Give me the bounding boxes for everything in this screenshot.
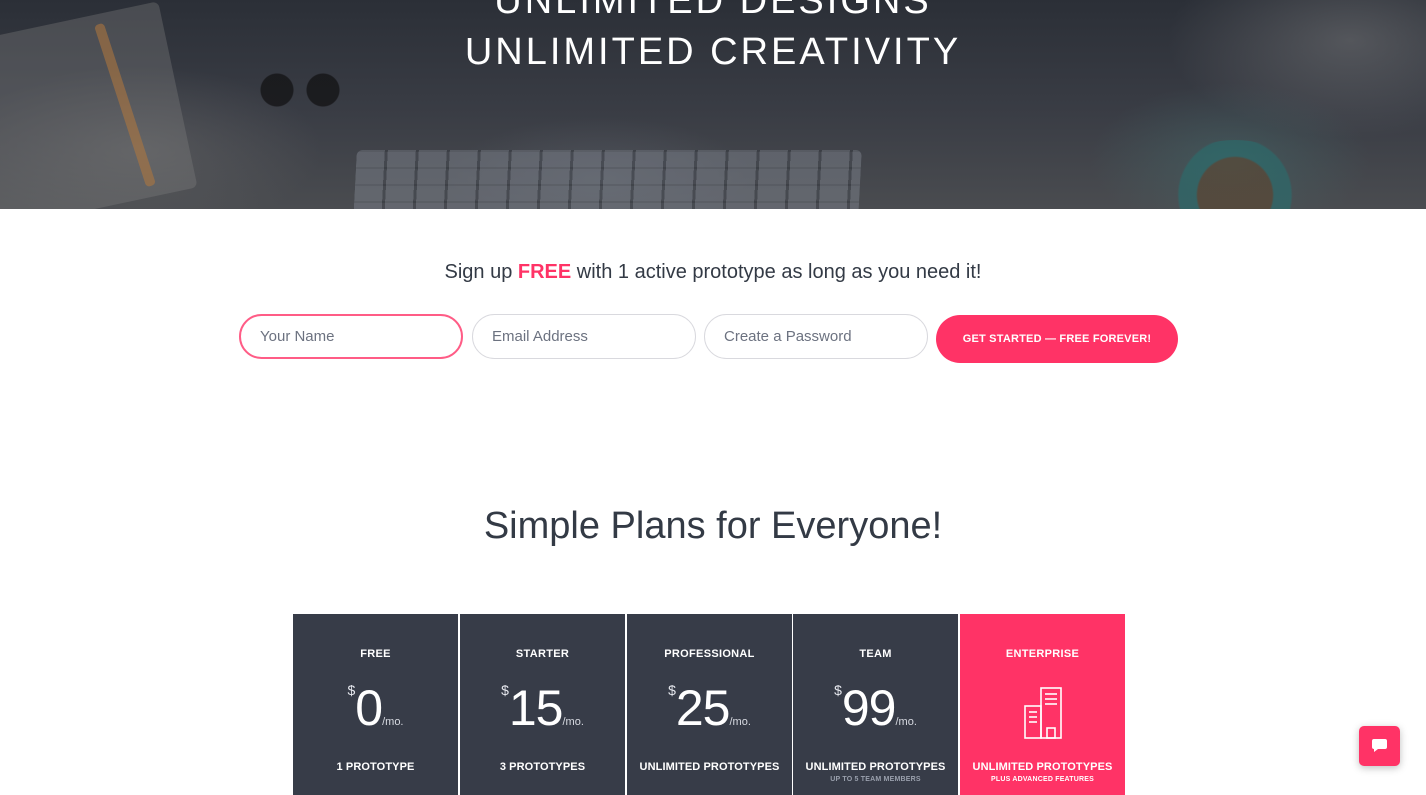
price-currency: $ <box>501 682 509 698</box>
signup-tagline-before: Sign up <box>444 261 518 283</box>
plan-feature: 1 PROTOTYPE <box>336 761 415 773</box>
price-period: /mo. <box>562 716 584 728</box>
name-input[interactable] <box>239 314 463 359</box>
plan-price: $99/mo. <box>793 678 958 738</box>
plan-name: ENTERPRISE <box>1005 648 1080 660</box>
price-amount: 15 <box>508 680 564 736</box>
price-amount: 25 <box>675 680 731 736</box>
plan-name: TEAM <box>859 648 892 660</box>
plan-card-professional[interactable]: PROFESSIONAL $25/mo. UNLIMITED PROTOTYPE… <box>627 614 792 795</box>
plan-price: $25/mo. <box>627 678 792 738</box>
email-input[interactable] <box>472 314 696 359</box>
plan-price: $0/mo. <box>293 678 458 738</box>
plan-feature: UNLIMITED PROTOTYPES <box>639 761 780 773</box>
plan-card-team[interactable]: TEAM $99/mo. UNLIMITED PROTOTYPES UP TO … <box>793 614 958 795</box>
signup-tagline-free: FREE <box>517 261 572 283</box>
signup-tagline-after: with 1 active prototype as long as you n… <box>571 261 982 283</box>
password-input[interactable] <box>704 314 928 359</box>
plan-subfeature: PLUS ADVANCED FEATURES <box>990 776 1095 783</box>
hero-banner: UNLIMITED DESIGNS UNLIMITED CREATIVITY <box>0 0 1426 209</box>
get-started-button[interactable]: GET STARTED — FREE FOREVER! <box>936 315 1178 363</box>
hero-glasses-decoration <box>255 70 345 110</box>
plan-name: PROFESSIONAL <box>664 648 755 660</box>
plan-feature: UNLIMITED PROTOTYPES <box>972 761 1113 773</box>
plan-feature: UNLIMITED PROTOTYPES <box>805 761 946 773</box>
price-amount: 99 <box>841 680 897 736</box>
chat-bubble-icon <box>1372 739 1387 752</box>
plan-card-starter[interactable]: STARTER $15/mo. 3 PROTOTYPES <box>460 614 625 795</box>
price-period: /mo. <box>382 716 404 728</box>
plan-name: STARTER <box>515 648 570 660</box>
signup-tagline: Sign up FREE with 1 active prototype as … <box>0 261 1426 284</box>
plan-card-enterprise[interactable]: ENTERPRISE UNLIMITED PROTOTYPES PLUS ADV… <box>960 614 1125 795</box>
price-currency: $ <box>834 682 842 698</box>
hero-keyboard-decoration <box>353 150 862 209</box>
chat-widget-button[interactable] <box>1359 726 1400 766</box>
plan-price: $15/mo. <box>460 678 625 738</box>
price-period: /mo. <box>729 716 751 728</box>
hero-title-line2: UNLIMITED CREATIVITY <box>464 31 962 73</box>
plan-card-free[interactable]: FREE $0/mo. 1 PROTOTYPE <box>293 614 458 795</box>
hero-title-line1: UNLIMITED DESIGNS <box>494 0 932 22</box>
plan-name: FREE <box>360 648 391 660</box>
price-period: /mo. <box>895 716 917 728</box>
pricing-plans: FREE $0/mo. 1 PROTOTYPE STARTER $15/mo. … <box>293 614 1126 795</box>
plan-subfeature: UP TO 5 TEAM MEMBERS <box>830 776 921 783</box>
building-icon <box>1024 687 1062 739</box>
plans-title: Simple Plans for Everyone! <box>483 505 943 547</box>
price-amount: 0 <box>355 680 383 736</box>
price-currency: $ <box>668 682 676 698</box>
plan-feature: 3 PROTOTYPES <box>499 761 586 773</box>
price-currency: $ <box>347 682 356 698</box>
